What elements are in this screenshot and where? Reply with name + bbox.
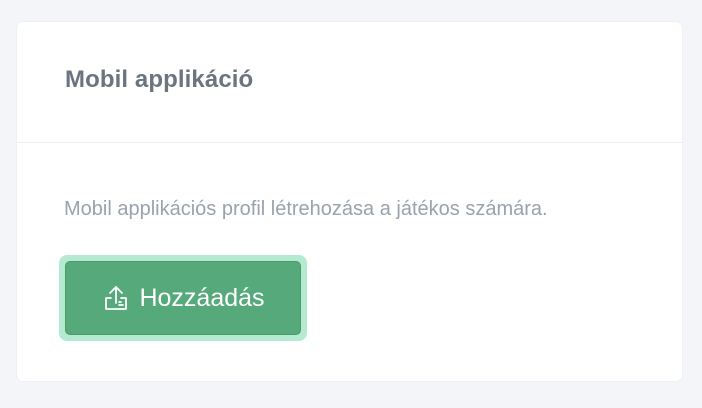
mobile-app-card: Mobil applikáció Mobil applikációs profi… <box>17 22 682 381</box>
card-header: Mobil applikáció <box>17 22 682 143</box>
add-button-focus-ring: Hozzáadás <box>59 255 307 341</box>
upload-icon <box>101 283 131 313</box>
add-button-label: Hozzáadás <box>139 283 265 312</box>
add-button[interactable]: Hozzáadás <box>65 261 301 335</box>
card-title: Mobil applikáció <box>65 66 254 93</box>
card-description: Mobil applikációs profil létrehozása a j… <box>64 198 548 220</box>
